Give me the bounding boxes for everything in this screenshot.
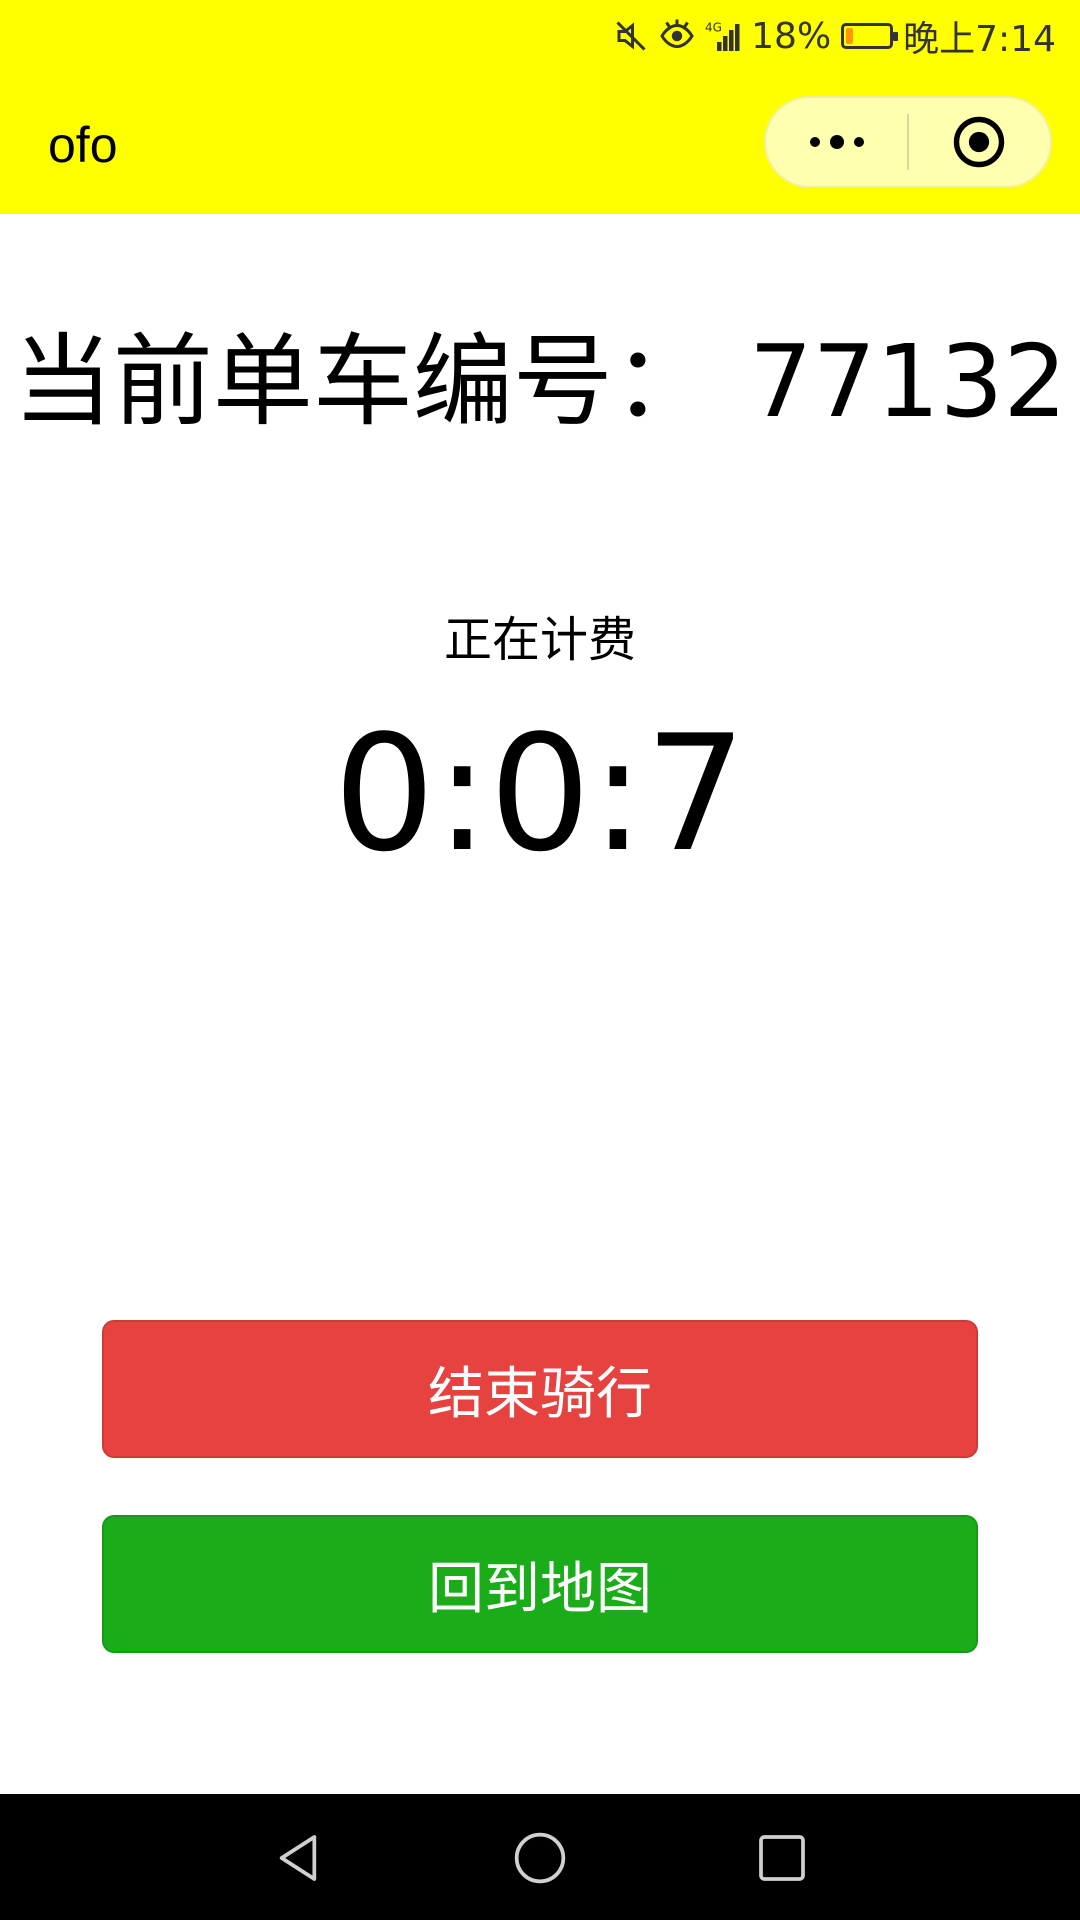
page-title: ofo xyxy=(48,117,118,173)
signal-icon: 4G xyxy=(705,18,741,54)
svg-text:4G: 4G xyxy=(705,21,722,35)
recents-button[interactable] xyxy=(754,1830,810,1886)
back-to-map-label: 回到地图 xyxy=(428,1556,652,1622)
header: 4G 18% 晚上7:14 ofo xyxy=(0,0,1080,214)
navigation-bar: ofo xyxy=(0,70,1080,214)
page: 4G 18% 晚上7:14 ofo 当前单车编号： 77132 正在计费 0:0… xyxy=(0,0,1080,1920)
back-icon xyxy=(279,1835,317,1881)
mute-icon xyxy=(613,18,649,54)
recents-icon xyxy=(759,1835,805,1881)
billing-status: 正在计费 xyxy=(443,612,636,668)
target-icon xyxy=(954,116,1005,168)
bike-number-value: 77132 xyxy=(748,323,1068,440)
clock: 晚上7:14 xyxy=(903,19,1056,60)
close-miniprogram-button[interactable] xyxy=(909,98,1050,186)
bike-number-line: 当前单车编号： 77132 xyxy=(0,300,1080,445)
eye-comfort-icon xyxy=(659,18,695,54)
battery-percent: 18% xyxy=(751,15,832,57)
home-icon xyxy=(514,1832,566,1884)
bike-number-label: 当前单车编号： xyxy=(12,323,713,440)
more-dots-icon xyxy=(809,135,864,149)
status-bar: 4G 18% 晚上7:14 xyxy=(0,0,1080,70)
end-ride-label: 结束骑行 xyxy=(428,1361,652,1427)
battery-level-fill xyxy=(846,28,854,44)
ride-timer: 0:0:7 xyxy=(333,700,747,887)
status-icons: 4G 18% 晚上7:14 xyxy=(613,14,1056,60)
battery-icon xyxy=(841,23,899,49)
home-button[interactable] xyxy=(512,1830,568,1886)
miniprogram-capsule xyxy=(764,96,1052,188)
system-navigation-bar xyxy=(0,1794,1080,1920)
more-button[interactable] xyxy=(766,98,907,186)
back-button[interactable] xyxy=(270,1830,326,1886)
back-to-map-button[interactable]: 回到地图 xyxy=(102,1515,978,1653)
end-ride-button[interactable]: 结束骑行 xyxy=(102,1320,978,1458)
